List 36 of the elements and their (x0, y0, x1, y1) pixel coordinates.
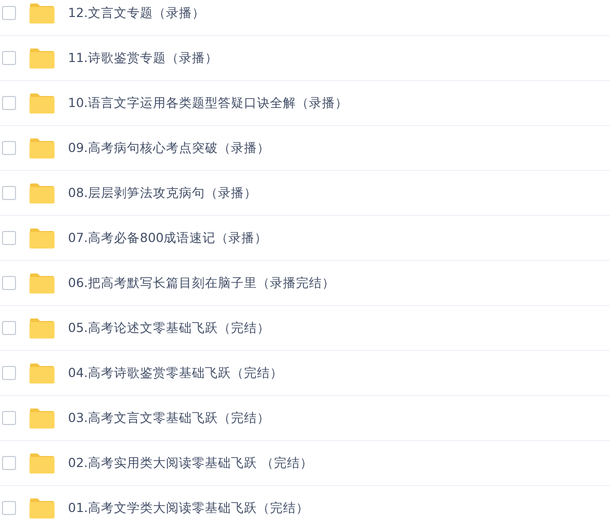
checkbox[interactable] (2, 321, 16, 335)
checkbox[interactable] (2, 186, 16, 200)
folder-icon (29, 498, 55, 518)
checkbox[interactable] (2, 6, 16, 20)
checkbox[interactable] (2, 96, 16, 110)
folder-icon (29, 2, 55, 24)
folder-name[interactable]: 05.高考论述文零基础飞跃（完结） (68, 320, 270, 336)
folder-icon (29, 272, 55, 294)
checkbox[interactable] (2, 51, 16, 65)
checkbox[interactable] (2, 366, 16, 380)
folder-icon (29, 182, 55, 204)
folder-name[interactable]: 10.语言文字运用各类题型答疑口诀全解（录播） (68, 94, 348, 112)
checkbox[interactable] (2, 411, 16, 425)
checkbox[interactable] (2, 501, 16, 515)
folder-name[interactable]: 01.高考文学类大阅读零基础飞跃（完结） (68, 500, 309, 516)
folder-icon (29, 228, 55, 248)
folder-name[interactable]: 08.层层剥笋法攻克病句（录播） (68, 184, 257, 202)
checkbox[interactable] (2, 231, 16, 245)
folder-name[interactable]: 09.高考病句核心考点突破（录播） (68, 140, 270, 156)
folder-name[interactable]: 07.高考必备800成语速记（录播） (68, 230, 268, 246)
folder-name[interactable]: 04.高考诗歌鉴赏零基础飞跃（完结） (68, 364, 283, 382)
folder-icon (29, 452, 55, 474)
folder-icon (29, 92, 55, 114)
folder-icon (29, 408, 55, 428)
folder-name[interactable]: 03.高考文言文零基础飞跃（完结） (68, 410, 270, 426)
checkbox[interactable] (2, 456, 16, 470)
checkbox[interactable] (2, 276, 16, 290)
folder-icon (29, 362, 55, 384)
folder-name[interactable]: 02.高考实用类大阅读零基础飞跃 （完结） (68, 454, 313, 472)
folder-icon (29, 138, 55, 158)
folder-name[interactable]: 11.诗歌鉴赏专题（录播） (68, 50, 218, 66)
checkbox[interactable] (2, 141, 16, 155)
folder-icon (29, 48, 55, 68)
folder-name[interactable]: 06.把高考默写长篇目刻在脑子里（录播完结） (68, 274, 335, 292)
folder-icon (29, 318, 55, 338)
folder-name[interactable]: 12.文言文专题（录播） (68, 4, 205, 22)
